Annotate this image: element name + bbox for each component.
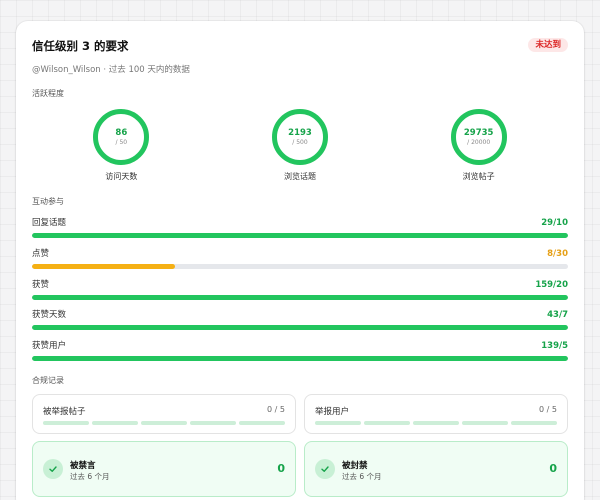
segment bbox=[364, 421, 410, 425]
box-label: 举报用户 bbox=[315, 407, 350, 417]
progress-track bbox=[32, 233, 568, 238]
activity-item-topics: 2193 / 500 浏览话题 bbox=[211, 109, 390, 205]
progress-track bbox=[32, 356, 568, 361]
flagged-posts-box: 被举报帖子 0 / 5 bbox=[32, 394, 296, 434]
box-title: 被禁言 bbox=[70, 461, 96, 471]
segment bbox=[462, 421, 508, 425]
activity-item-posts: 29735 / 20000 浏览帖子 bbox=[389, 109, 568, 205]
progress-fill bbox=[32, 233, 568, 238]
box-label: 被举报帖子 bbox=[43, 407, 86, 417]
metric-label: 点赞 bbox=[32, 249, 50, 259]
engagement-section-title: 互动参与 bbox=[32, 197, 64, 206]
segment bbox=[315, 421, 361, 425]
ring-label: 访问天数 bbox=[105, 172, 138, 181]
segment-bar bbox=[315, 421, 557, 425]
segment bbox=[43, 421, 89, 425]
segment bbox=[413, 421, 459, 425]
check-icon bbox=[43, 459, 63, 479]
activity-item-visits: 86 / 50 访问天数 bbox=[32, 109, 211, 205]
metric-label: 回复话题 bbox=[32, 218, 67, 228]
ring-value: 86 bbox=[115, 127, 128, 138]
segment-bar bbox=[43, 421, 285, 425]
metric-value: 8/30 bbox=[547, 249, 568, 259]
activity-rings: 86 / 50 访问天数 2193 / 500 浏览话题 29735 / 200… bbox=[32, 109, 568, 205]
page-subtitle: @Wilson_Wilson · 过去 100 天内的数据 bbox=[32, 65, 190, 75]
metric-value: 29/10 bbox=[541, 218, 568, 228]
metric-value: 139/5 bbox=[541, 341, 568, 351]
box-value: 0 / 5 bbox=[539, 405, 557, 414]
segment bbox=[92, 421, 138, 425]
metric-likes-received: 获赞 159/20 bbox=[32, 280, 568, 306]
metric-label: 获赞用户 bbox=[32, 341, 67, 351]
trust-level-card: 信任级别 3 的要求 未达到 @Wilson_Wilson · 过去 100 天… bbox=[16, 21, 584, 500]
metric-liked-users: 获赞用户 139/5 bbox=[32, 341, 568, 367]
progress-track bbox=[32, 295, 568, 300]
progress-fill bbox=[32, 295, 568, 300]
box-title: 被封禁 bbox=[342, 461, 368, 471]
ring-value: 29735 bbox=[463, 127, 494, 138]
progress-fill bbox=[32, 356, 568, 361]
progress-ring: 29735 / 20000 bbox=[450, 109, 507, 165]
segment bbox=[190, 421, 236, 425]
compliance-section-title: 合规记录 bbox=[32, 376, 64, 385]
page-title: 信任级别 3 的要求 bbox=[32, 39, 129, 53]
metric-replies: 回复话题 29/10 bbox=[32, 218, 568, 244]
metric-value: 159/20 bbox=[535, 280, 568, 290]
box-value: 0 bbox=[549, 462, 557, 475]
progress-ring: 2193 / 500 bbox=[272, 109, 328, 165]
progress-ring: 86 / 50 bbox=[93, 109, 150, 165]
segment bbox=[141, 421, 187, 425]
metric-likes-given: 点赞 8/30 bbox=[32, 249, 568, 275]
progress-track bbox=[32, 325, 568, 330]
ring-required: / 20000 bbox=[467, 138, 491, 146]
ring-label: 浏览帖子 bbox=[462, 172, 495, 181]
box-value: 0 bbox=[277, 462, 285, 475]
status-badge: 未达到 bbox=[528, 38, 568, 52]
progress-fill bbox=[32, 264, 176, 269]
ring-value: 2193 bbox=[288, 127, 312, 138]
box-value: 0 / 5 bbox=[267, 405, 285, 414]
progress-fill bbox=[32, 325, 568, 330]
metric-liked-days: 获赞天数 43/7 bbox=[32, 310, 568, 336]
silenced-box: 被禁言 过去 6 个月 0 bbox=[32, 441, 296, 497]
box-subtitle: 过去 6 个月 bbox=[70, 472, 110, 481]
suspended-box: 被封禁 过去 6 个月 0 bbox=[304, 441, 568, 497]
ring-label: 浏览话题 bbox=[284, 172, 316, 181]
activity-section-title: 活跃程度 bbox=[32, 89, 64, 98]
progress-track bbox=[32, 264, 568, 269]
flagged-by-users-box: 举报用户 0 / 5 bbox=[304, 394, 568, 434]
check-icon bbox=[315, 459, 335, 479]
ring-required: / 500 bbox=[292, 138, 308, 146]
metric-label: 获赞 bbox=[32, 280, 50, 290]
metric-label: 获赞天数 bbox=[32, 310, 67, 320]
segment bbox=[511, 421, 557, 425]
ring-required: / 50 bbox=[115, 138, 128, 146]
metric-value: 43/7 bbox=[547, 310, 568, 320]
segment bbox=[239, 421, 285, 425]
box-subtitle: 过去 6 个月 bbox=[342, 472, 382, 481]
